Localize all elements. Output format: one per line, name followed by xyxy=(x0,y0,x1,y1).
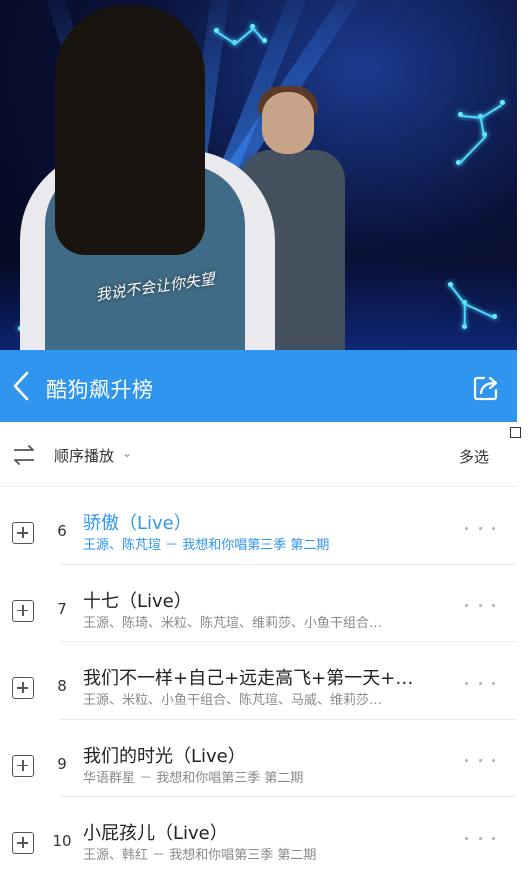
more-icon[interactable] xyxy=(465,754,495,768)
list-item[interactable]: 9 我们的时光（Live） 华语群星 － 我想和你唱第三季 第二期 xyxy=(0,720,517,797)
page-title: 酷狗飙升榜 xyxy=(46,378,154,402)
shuffle-order-icon[interactable] xyxy=(12,444,36,466)
more-icon[interactable] xyxy=(465,521,495,535)
song-artist: 王源、陈芃瑄 － 我想和你唱第三季 第二期 xyxy=(83,538,330,553)
song-title: 十七（Live） xyxy=(83,590,192,612)
add-icon[interactable] xyxy=(12,522,34,544)
rank-number: 8 xyxy=(57,677,67,695)
rank-number: 6 xyxy=(57,522,67,540)
song-artist: 王源、米粒、小鱼干组合、陈芃瑄、马威、维莉莎… xyxy=(83,693,383,708)
chevron-down-icon[interactable]: ⌄ xyxy=(122,446,132,460)
song-artist: 王源、韩红 － 我想和你唱第三季 第二期 xyxy=(83,848,317,863)
share-icon xyxy=(473,376,498,401)
song-artist: 王源、陈琦、米粒、陈芃瑄、维莉莎、小鱼干组合… xyxy=(83,615,383,631)
title-bar: 酷狗飙升榜 xyxy=(0,350,517,422)
list-toolbar: 顺序播放 ⌄ 多选 xyxy=(0,436,517,476)
rank-number: 9 xyxy=(57,754,67,773)
rank-number: 7 xyxy=(57,599,67,618)
more-icon[interactable] xyxy=(465,676,495,690)
song-title: 骄傲（Live） xyxy=(83,513,192,534)
song-title: 我们的时光（Live） xyxy=(83,745,246,767)
back-button[interactable] xyxy=(8,370,34,402)
chevron-left-icon xyxy=(13,371,29,401)
rank-number: 10 xyxy=(52,832,72,850)
add-icon[interactable] xyxy=(12,832,34,854)
more-icon[interactable] xyxy=(465,831,495,845)
song-list: 6 骄傲（Live） 王源、陈芃瑄 － 我想和你唱第三季 第二期 7 十七（Li… xyxy=(0,487,517,872)
song-title: 我们不一样+自己+远走高飞+第一天+… xyxy=(83,668,414,689)
more-icon[interactable] xyxy=(465,599,495,613)
song-artist: 华语群星 － 我想和你唱第三季 第二期 xyxy=(83,770,304,786)
share-button[interactable] xyxy=(472,374,500,402)
list-item[interactable]: 6 骄傲（Live） 王源、陈芃瑄 － 我想和你唱第三季 第二期 xyxy=(0,487,517,565)
add-icon[interactable] xyxy=(12,677,34,699)
list-item[interactable]: 8 我们不一样+自己+远走高飞+第一天+… 王源、米粒、小鱼干组合、陈芃瑄、马威… xyxy=(0,642,517,720)
song-title: 小屁孩儿（Live） xyxy=(83,823,228,844)
list-item[interactable]: 7 十七（Live） 王源、陈琦、米粒、陈芃瑄、维莉莎、小鱼干组合… xyxy=(0,565,517,642)
add-icon[interactable] xyxy=(12,754,34,777)
list-item[interactable]: 10 小屁孩儿（Live） 王源、韩红 － 我想和你唱第三季 第二期 xyxy=(0,797,517,872)
play-order-label[interactable]: 顺序播放 xyxy=(54,445,114,466)
hero-banner-image[interactable]: 我说不会让你失望 xyxy=(0,0,517,350)
multi-select-button[interactable]: 多选 xyxy=(459,446,489,467)
add-icon[interactable] xyxy=(12,599,34,622)
